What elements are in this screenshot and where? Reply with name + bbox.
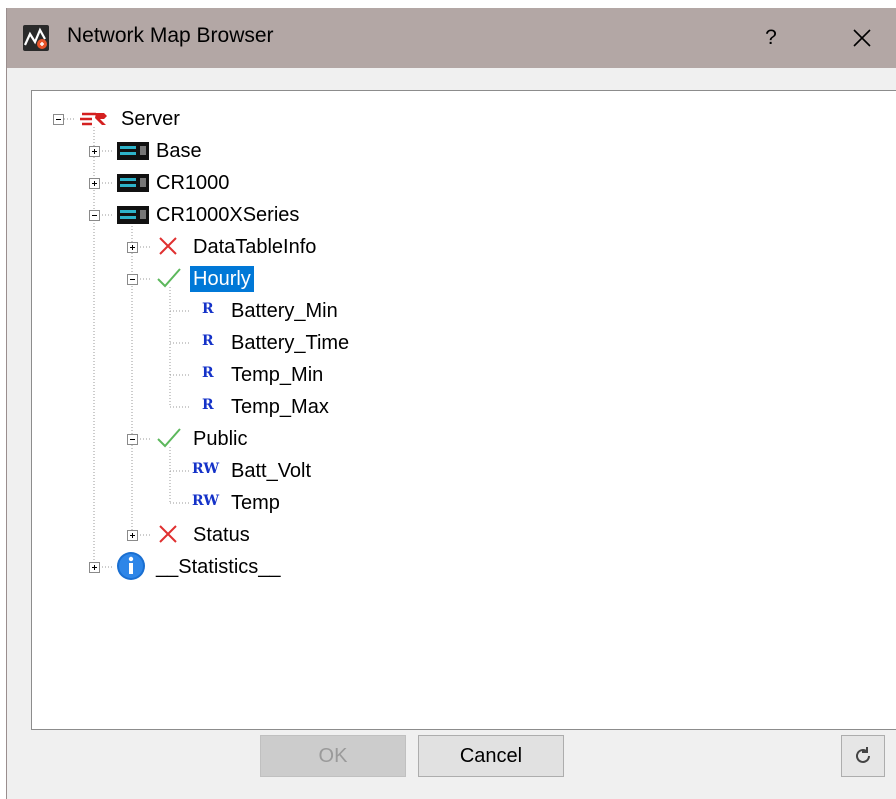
ok-button[interactable]: OK	[260, 735, 406, 777]
tree-node-temp-min[interactable]: Temp_Min	[228, 360, 326, 390]
red-x-icon	[159, 525, 177, 543]
read-badge: R	[202, 333, 214, 349]
tree-node-base[interactable]: Base	[153, 136, 205, 166]
tree-node-label: CR1000XSeries	[156, 204, 300, 226]
tree-node-cr1000[interactable]: CR1000	[153, 168, 232, 198]
expand-toggle-datatableinfo[interactable]	[127, 242, 138, 253]
close-icon	[853, 29, 871, 47]
tree-node-label: CR1000	[156, 172, 230, 194]
tree-node-status[interactable]: Status	[190, 520, 253, 550]
tree-node-label: Temp_Max	[231, 396, 329, 418]
expand-toggle-base[interactable]	[89, 146, 100, 157]
tree-node-hourly[interactable]: Hourly	[190, 264, 254, 294]
green-check-icon	[157, 268, 181, 288]
refresh-button[interactable]	[841, 735, 885, 777]
read-badge: R	[202, 365, 214, 381]
tree-node-label: Battery_Min	[231, 300, 338, 322]
tree-node-label: Hourly	[190, 266, 254, 292]
tree-node-cr1000xseries[interactable]: CR1000XSeries	[153, 200, 302, 230]
info-icon	[117, 552, 145, 580]
network-tree[interactable]: Server Base CR1000 CR1000XSeries DataTab…	[31, 90, 896, 730]
tree-node-batt-volt[interactable]: Batt_Volt	[228, 456, 314, 486]
tree-node-label: __Statistics__	[156, 556, 281, 578]
expand-toggle-statistics[interactable]	[89, 562, 100, 573]
title-bar: Network Map Browser ?	[7, 8, 896, 68]
tree-node-label: Status	[193, 524, 250, 546]
datalogger-icon	[117, 142, 149, 160]
campbell-logo-icon	[80, 112, 107, 126]
tree-node-statistics[interactable]: __Statistics__	[153, 552, 284, 582]
tree-node-label: Public	[193, 428, 248, 450]
collapse-toggle-cr1000xseries[interactable]	[89, 210, 100, 221]
tree-node-server[interactable]: Server	[118, 104, 183, 134]
red-x-icon	[159, 237, 177, 255]
tree-node-label: Temp_Min	[231, 364, 324, 386]
help-button[interactable]: ?	[747, 8, 795, 68]
tree-node-public[interactable]: Public	[190, 424, 250, 454]
tree-node-label: Server	[121, 108, 180, 130]
tree-node-label: Batt_Volt	[231, 460, 312, 482]
collapse-toggle-hourly[interactable]	[127, 274, 138, 285]
green-check-icon	[157, 428, 181, 448]
tree-node-battery-time[interactable]: Battery_Time	[228, 328, 352, 358]
tree-node-label: Battery_Time	[231, 332, 350, 354]
read-write-badge: RW	[192, 493, 220, 509]
refresh-icon	[856, 747, 870, 763]
expand-toggle-status[interactable]	[127, 530, 138, 541]
tree-node-datatableinfo[interactable]: DataTableInfo	[190, 232, 319, 262]
tree-node-temp-max[interactable]: Temp_Max	[228, 392, 332, 422]
collapse-toggle-server[interactable]	[53, 114, 64, 125]
network-map-browser-dialog: Network Map Browser ? Server Base CR1000…	[6, 8, 896, 799]
collapse-toggle-public[interactable]	[127, 434, 138, 445]
tree-node-battery-min[interactable]: Battery_Min	[228, 296, 341, 326]
read-badge: R	[202, 301, 214, 317]
tree-node-label: Temp	[231, 492, 280, 514]
close-button[interactable]	[837, 8, 887, 68]
tree-node-label: DataTableInfo	[193, 236, 317, 258]
datalogger-icon	[117, 206, 149, 224]
read-badge: R	[202, 397, 214, 413]
tree-node-label: Base	[156, 140, 202, 162]
datalogger-icon	[117, 174, 149, 192]
tree-node-temp[interactable]: Temp	[228, 488, 283, 518]
app-icon	[23, 25, 49, 51]
cancel-button[interactable]: Cancel	[418, 735, 564, 777]
read-write-badge: RW	[192, 461, 220, 477]
expand-toggle-cr1000[interactable]	[89, 178, 100, 189]
window-title: Network Map Browser	[67, 24, 274, 47]
